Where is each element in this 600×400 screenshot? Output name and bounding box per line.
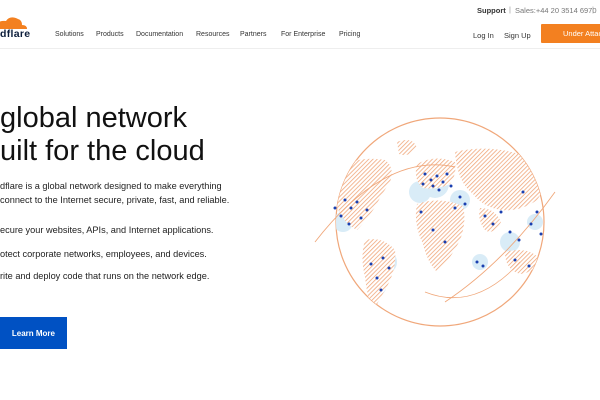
utility-bar: Support | Sales:+44 20 3514 6970 |: [0, 0, 600, 20]
signup-link[interactable]: Sign Up: [504, 31, 531, 40]
support-link[interactable]: Support: [477, 6, 506, 15]
nav-label: For Enterprise: [281, 31, 326, 38]
header-divider: [0, 48, 600, 49]
nav-solutions[interactable]: Solutions: [55, 31, 84, 38]
learn-more-button[interactable]: Learn More: [0, 317, 67, 349]
headline-line: uilt for the cloud: [0, 135, 205, 167]
nav-for-enterprise[interactable]: For Enterprise: [281, 31, 325, 38]
feature-item-edge-code: rite and deploy code that runs on the ne…: [0, 271, 210, 281]
login-link[interactable]: Log In: [473, 31, 494, 40]
nav-label: Partners: [240, 31, 267, 38]
nav-label: Pricing: [339, 31, 361, 38]
nav-products[interactable]: Products: [96, 31, 124, 38]
hero-description: dflare is a global network designed to m…: [0, 179, 260, 207]
brand-logo-text[interactable]: dflare: [0, 28, 30, 40]
description-line: connect to the Internet secure, private,…: [0, 195, 230, 205]
feature-item-networks: otect corporate networks, employees, and…: [0, 249, 207, 259]
world-network-globe-icon: [305, 112, 565, 337]
nav-label: Products: [96, 31, 124, 38]
feature-item-websites: ecure your websites, APIs, and Internet …: [0, 225, 214, 235]
nav-label: Solutions: [55, 31, 84, 38]
nav-label: Resources: [196, 31, 230, 38]
nav-pricing[interactable]: Pricing: [339, 31, 360, 38]
separator: |: [509, 5, 511, 14]
under-attack-button[interactable]: Under Attac: [541, 24, 600, 43]
hero-headline: global network uilt for the cloud: [0, 102, 205, 168]
nav-partners[interactable]: Partners: [240, 31, 266, 38]
nav-documentation[interactable]: Documentation: [136, 31, 183, 38]
nav-resources[interactable]: Resources: [196, 31, 229, 38]
separator: |: [592, 5, 594, 14]
headline-line: global network: [0, 102, 187, 134]
description-line: dflare is a global network designed to m…: [0, 181, 222, 191]
sales-phone-link[interactable]: Sales:+44 20 3514 6970: [515, 6, 597, 15]
nav-label: Documentation: [136, 31, 184, 38]
